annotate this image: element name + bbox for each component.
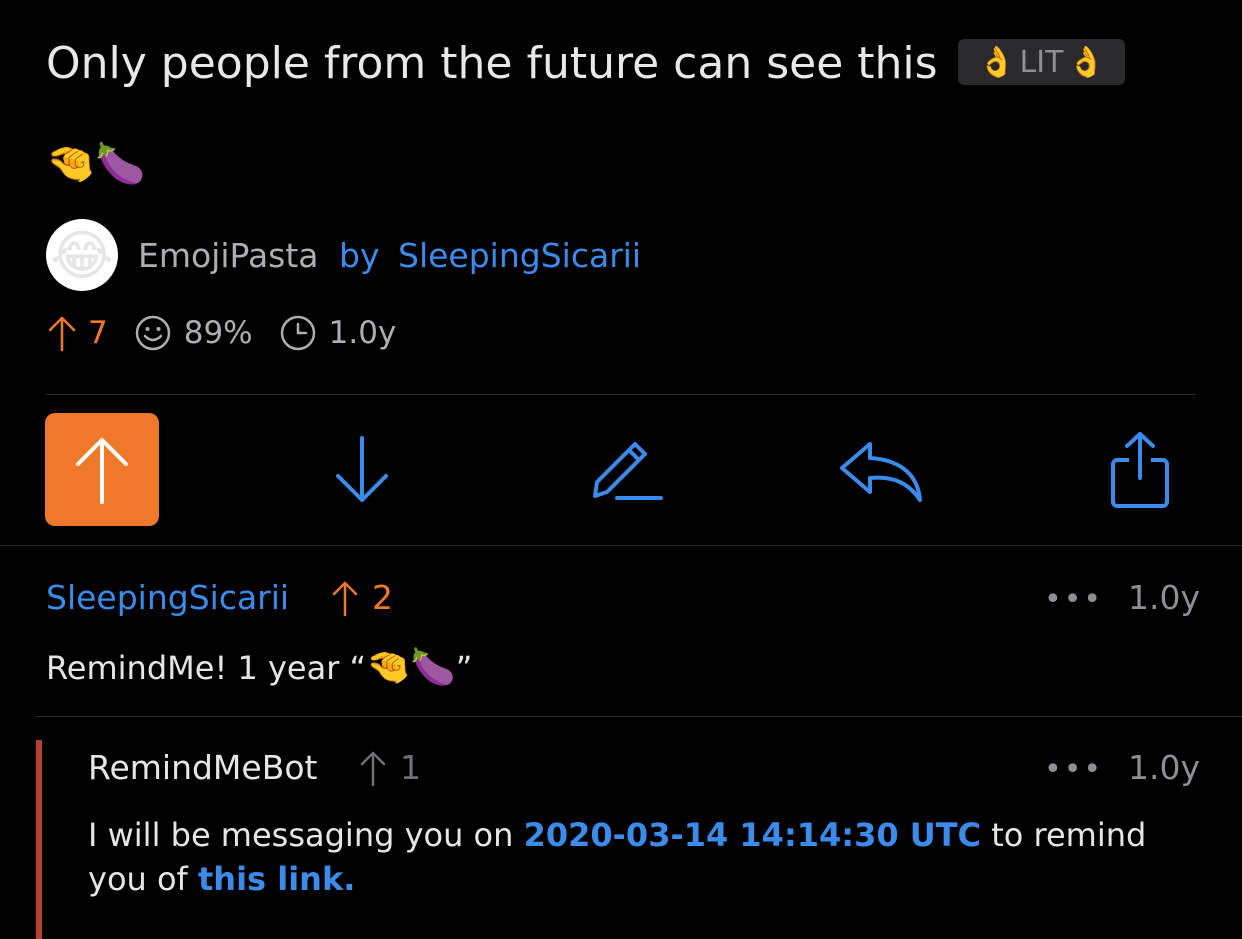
- post-stats: 7 89% 1.0y: [46, 314, 422, 352]
- arrow-up-icon: [76, 437, 128, 504]
- this-link[interactable]: this link.: [198, 860, 355, 898]
- reminder-date-link[interactable]: 2020-03-14 14:14:30 UTC: [524, 816, 981, 854]
- upvote-arrow-icon: [48, 316, 76, 352]
- avatar-emoji: 😂: [50, 223, 114, 287]
- comment-age: 1.0y: [1128, 578, 1201, 617]
- post-score: 7: [88, 315, 108, 351]
- comment-text: RemindMe! 1 year “: [46, 649, 367, 687]
- comment-text: you of: [88, 860, 198, 898]
- divider: [0, 545, 1242, 546]
- comment-author[interactable]: SleepingSicarii: [46, 578, 289, 617]
- reply-button[interactable]: [836, 425, 926, 515]
- divider: [46, 394, 1196, 395]
- age-group: 1.0y: [279, 314, 397, 352]
- score-group: 7: [46, 314, 108, 352]
- pencil-icon: [593, 442, 663, 500]
- subreddit-avatar[interactable]: 😂: [46, 219, 118, 291]
- arrow-down-icon: [336, 436, 388, 502]
- flair-label: LIT: [1019, 44, 1064, 80]
- ok-hand-emoji: 👌: [1067, 44, 1105, 80]
- post-title: Only people from the future can see this: [46, 38, 938, 89]
- comment-score: 1: [400, 748, 421, 787]
- downvote-button[interactable]: [317, 425, 407, 515]
- post-body: 🤏🍆: [46, 141, 146, 187]
- ok-hand-emoji: 👌: [978, 44, 1016, 80]
- comment-text: to remind: [981, 816, 1147, 854]
- more-options-button[interactable]: •••: [1044, 582, 1103, 617]
- upvote-arrow-icon: [360, 751, 386, 786]
- smiley-icon: [135, 315, 170, 351]
- more-options-button[interactable]: •••: [1044, 752, 1103, 787]
- reply-icon: [840, 442, 922, 502]
- clock-icon: [280, 315, 315, 351]
- post-age: 1.0y: [328, 315, 397, 351]
- comment-score-group: 2: [330, 578, 393, 617]
- post-meta: EmojiPasta by SleepingSicarii: [138, 236, 641, 275]
- comment-score: 2: [372, 578, 393, 617]
- comment-score-group: 1: [358, 748, 421, 787]
- post-flair[interactable]: 👌 LIT 👌: [958, 39, 1125, 85]
- share-button[interactable]: [1095, 425, 1185, 515]
- edit-button[interactable]: [578, 425, 668, 515]
- comment-emoji: 🤏🍆: [366, 647, 456, 688]
- thread-bar: [36, 740, 42, 939]
- post-author[interactable]: SleepingSicarii: [398, 236, 641, 275]
- upvote-button[interactable]: [45, 413, 159, 526]
- comment-age: 1.0y: [1128, 748, 1201, 787]
- divider: [36, 716, 1242, 717]
- upvote-ratio: 89%: [183, 315, 253, 351]
- subreddit-name[interactable]: EmojiPasta: [138, 236, 319, 275]
- by-label: by: [339, 236, 380, 275]
- comment-text: I will be messaging you on: [88, 816, 524, 854]
- comment-body-line1: I will be messaging you on 2020-03-14 14…: [88, 816, 1146, 854]
- comment-text: ”: [455, 649, 473, 687]
- comment-body-line2: you of this link.: [88, 860, 355, 898]
- comment-author[interactable]: RemindMeBot: [88, 748, 317, 787]
- upvote-arrow-icon: [332, 581, 358, 616]
- comment-body: RemindMe! 1 year “🤏🍆”: [46, 646, 472, 688]
- share-icon: [1111, 432, 1169, 508]
- ratio-group: 89%: [134, 314, 253, 352]
